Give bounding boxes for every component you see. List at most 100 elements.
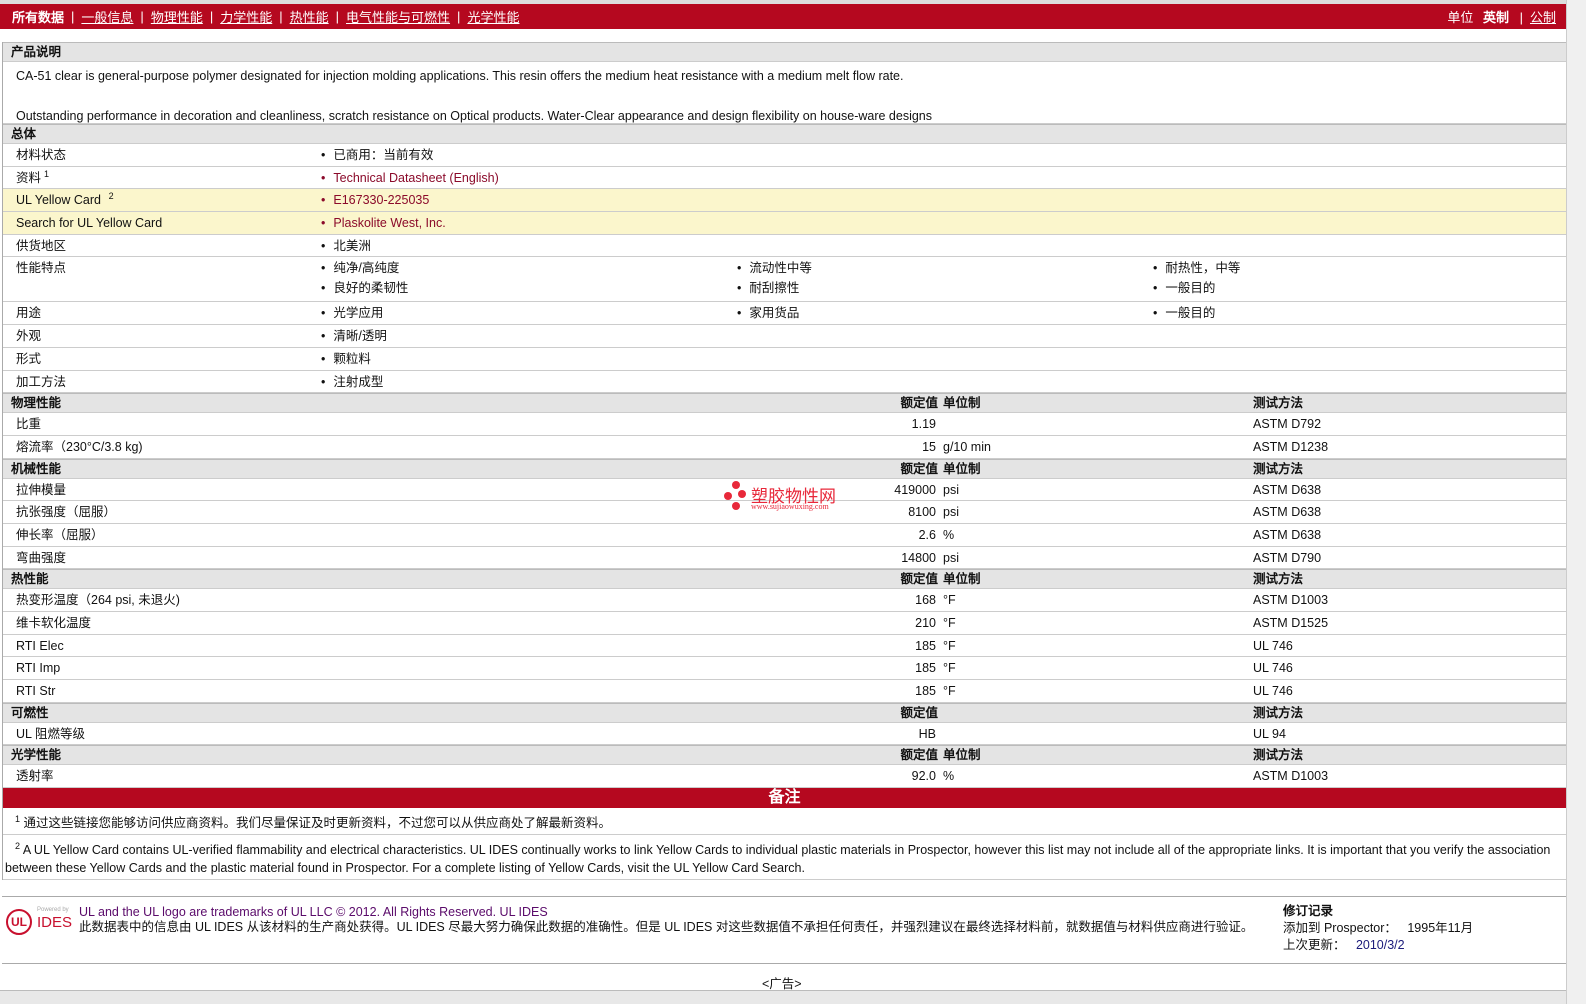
header-rated-value: 额定值 — [900, 748, 938, 763]
property-value: 8100 — [908, 505, 936, 520]
bullet-value: 颗粒料 — [321, 348, 371, 370]
vertical-scrollbar[interactable] — [1566, 0, 1586, 1004]
property-unit: °F — [943, 593, 956, 608]
datasheet-link[interactable]: Technical Datasheet (English) — [321, 167, 498, 189]
updated-value: 2010/3/2 — [1355, 938, 1405, 952]
property-unit: °F — [943, 616, 956, 630]
unit-switch: 单位 英制 | 公制 — [1447, 10, 1556, 25]
test-method: ASTM D792 — [1253, 417, 1322, 432]
updated-label: 上次更新： — [1283, 938, 1346, 952]
footnote-marker: 2 — [108, 191, 114, 202]
property-label: RTI Imp — [16, 661, 61, 676]
bullet-value: 一般目的 — [1153, 302, 1215, 324]
dots-icon — [724, 481, 746, 510]
general-row: 供货地区 北美洲 — [3, 235, 1566, 258]
datasheet-link[interactable]: Plaskolite West, Inc. — [321, 212, 445, 234]
section-title: 光学性能 — [11, 748, 62, 763]
ul-ides-logo: UL Powered by IDES — [6, 907, 76, 941]
nav-separator: | — [335, 9, 340, 24]
units-label: 单位 — [1447, 10, 1474, 25]
property-label: UL 阻燃等级 — [16, 726, 85, 741]
property-unit: % — [943, 769, 955, 784]
section-nav: 所有数据 | 一般信息 | 物理性能 | 力学性能 | 热性能 | 电气性能与可燃性 | 光学性能 单位… — [0, 4, 1566, 29]
property-row: UL 阻燃等级 HB UL 94 — [3, 723, 1566, 746]
header-rated-value: 额定值 — [900, 461, 938, 476]
nav-item[interactable]: 电气性能与可燃性 — [346, 7, 450, 26]
footnote-marker: 2 — [15, 841, 21, 852]
horizontal-scrollbar[interactable] — [0, 990, 1566, 1004]
test-method: UL 746 — [1253, 661, 1293, 676]
header-rated-value: 额定值 — [900, 705, 938, 720]
general-row: Search for UL Yellow Card Plaskolite West… — [3, 212, 1566, 235]
general-row: 材料状态 已商用：当前有效 — [3, 144, 1566, 167]
property-row: 弯曲强度 14800 psi ASTM D790 — [3, 547, 1566, 570]
footnote-marker: 1 — [15, 814, 21, 825]
property-label: 弯曲强度 — [16, 550, 67, 565]
property-row: 比重 1.19 ASTM D792 — [3, 413, 1566, 436]
section-header: 热性能 额定值 单位制 测试方法 — [3, 569, 1566, 590]
general-row: 用途 光学应用 家用货品 一般目的 — [3, 302, 1566, 326]
nav-item[interactable]: 物理性能 — [151, 7, 203, 26]
nav-item[interactable]: 光学性能 — [467, 7, 519, 26]
bullet-value: 家用货品 — [737, 302, 799, 324]
property-label: 维卡软化温度 — [16, 616, 92, 630]
general-row: 外观 清晰/透明 — [3, 325, 1566, 348]
footnote-marker: 1 — [44, 168, 50, 179]
trademark-text: UL and the UL logo are trademarks of UL … — [79, 905, 548, 919]
general-row: UL Yellow Card 2 E167330-225035 — [3, 189, 1566, 213]
property-row: 透射率 92.0% ASTM D1003 — [3, 765, 1566, 789]
section-header-general: 总体 — [3, 124, 1566, 144]
footnote-text: 通过这些链接您能够访问供应商资料。我们尽量保证及时更新资料，不过您可以从供应商处… — [23, 816, 612, 831]
footnote-1: 1 通过这些链接您能够访问供应商资料。我们尽量保证及时更新资料，不过您可以从供应… — [3, 808, 1566, 836]
test-method: UL 94 — [1253, 726, 1286, 741]
unit-metric-link[interactable]: 公制 — [1530, 10, 1556, 25]
footer: UL Powered by IDES UL and the UL logo ar… — [2, 896, 1566, 964]
row-label: 加工方法 — [16, 374, 67, 389]
nav-item[interactable]: 力学性能 — [220, 7, 272, 26]
bullet-value: 耐热性，中等 — [1153, 257, 1240, 279]
section-title: 总体 — [11, 127, 37, 141]
notes-header: 备注 — [3, 788, 1566, 809]
row-label: 材料状态 — [16, 148, 67, 162]
disclaimer-text: 此数据表中的信息由 UL IDES 从该材料的生产商处获得。UL IDES 尽最… — [79, 920, 1254, 934]
property-row: 热变形温度（264 psi, 未退火) 168 °F ASTM D1003 — [3, 589, 1566, 612]
section-header: 光学性能 额定值 单位制 测试方法 — [3, 745, 1566, 766]
bullet-value: 清晰/透明 — [321, 325, 386, 347]
property-value: 2.6 — [918, 527, 936, 542]
header-unit: 单位制 — [943, 572, 981, 587]
header-test-method: 测试方法 — [1253, 461, 1304, 476]
datasheet: 产品说明 CA-51 clear is general-purpose poly… — [2, 42, 1566, 881]
section-header: 机械性能 额定值 单位制 测试方法 — [3, 458, 1566, 479]
property-value: 15 — [922, 439, 936, 454]
nav-item[interactable]: 一般信息 — [81, 7, 133, 26]
unit-imperial[interactable]: 英制 — [1483, 10, 1509, 25]
nav-separator: | — [279, 9, 283, 24]
section-title: 可燃性 — [11, 705, 49, 720]
nav-separator: | — [140, 9, 144, 24]
row-label: 资料 — [16, 170, 42, 185]
added-label: 添加到 Prospector： — [1283, 921, 1397, 935]
property-label: RTI Str — [16, 684, 56, 699]
nav-item[interactable]: 热性能 — [290, 7, 329, 26]
added-value: 1995年11月 — [1407, 921, 1474, 935]
property-row: 维卡软化温度 210 °F ASTM D1525 — [3, 612, 1566, 635]
header-test-method: 测试方法 — [1253, 572, 1304, 587]
nav-separator: | — [71, 9, 75, 24]
nav-separator: | — [457, 9, 461, 24]
property-value: 210 — [915, 616, 936, 630]
bullet-value: 一般目的 — [1153, 277, 1215, 299]
header-unit: 单位制 — [943, 461, 981, 476]
property-row: RTI Str 185 °F UL 746 — [3, 680, 1566, 703]
nav-separator: | — [209, 9, 214, 24]
property-unit: °F — [943, 661, 956, 676]
description-line: CA-51 clear is general-purpose polymer d… — [16, 69, 904, 83]
ul-icon: UL — [6, 909, 32, 935]
property-unit: °F — [943, 684, 956, 699]
property-unit: °F — [943, 638, 956, 653]
nav-all-data[interactable]: 所有数据 — [12, 7, 64, 26]
footnote-text: A UL Yellow Card contains UL-verified fl… — [5, 843, 1551, 876]
product-description: CA-51 clear is general-purpose polymer d… — [3, 62, 1566, 124]
property-label: 熔流率（230°C/3.8 kg) — [16, 439, 143, 454]
datasheet-link[interactable]: E167330-225035 — [321, 189, 429, 211]
property-label: 比重 — [16, 417, 42, 432]
